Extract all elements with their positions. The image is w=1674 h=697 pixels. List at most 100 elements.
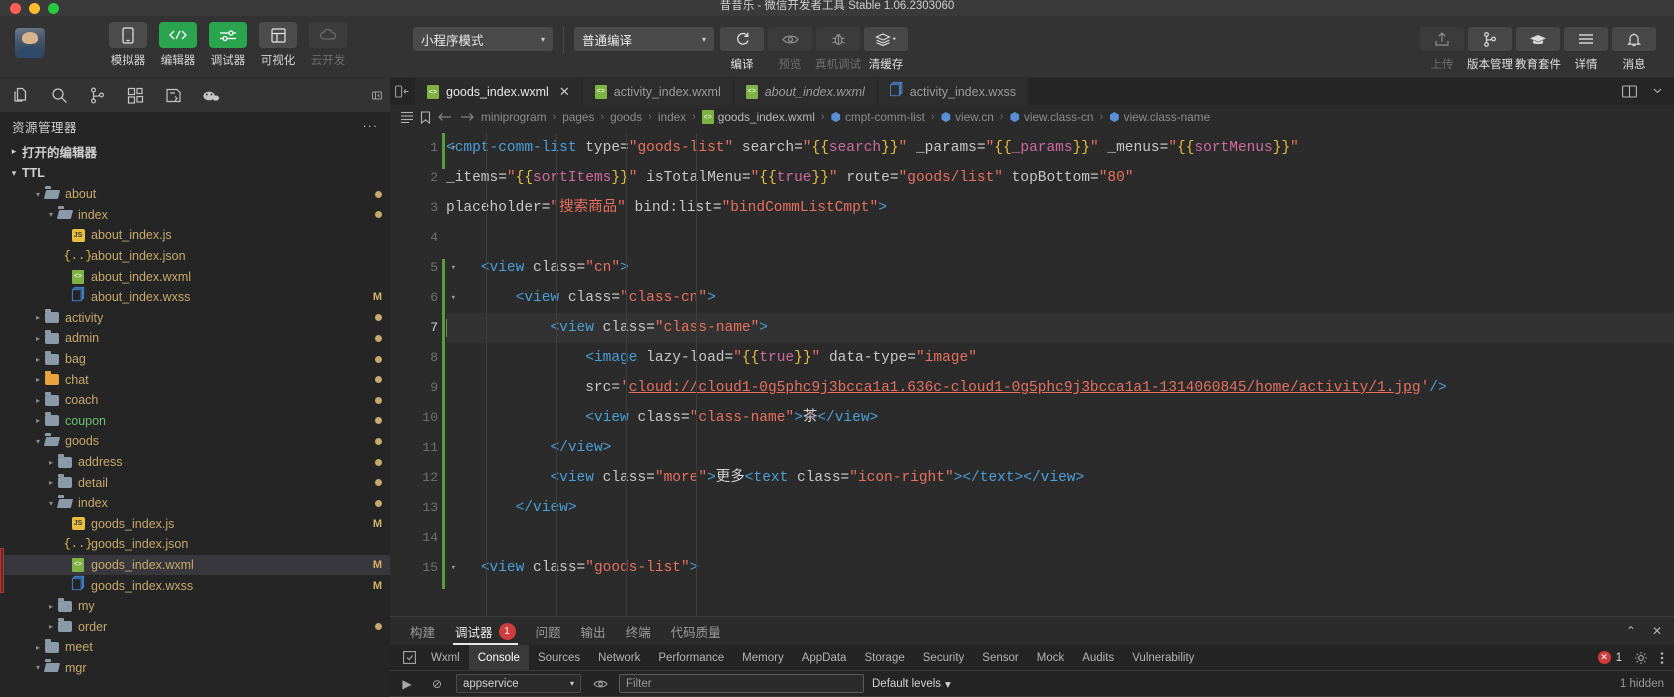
- breadcrumb-item[interactable]: miniprogram: [481, 110, 547, 124]
- twisty-icon[interactable]: ▸: [45, 478, 57, 487]
- collapse-sidebar-icon[interactable]: [372, 86, 390, 104]
- console-context-select[interactable]: appservice ▾: [456, 674, 581, 693]
- panel-tab[interactable]: 终端: [616, 617, 661, 645]
- back-arrow-icon[interactable]: [437, 111, 453, 123]
- cloud-dev-button[interactable]: 云开发: [305, 22, 351, 68]
- editor-tab[interactable]: <> activity_index.wxml: [582, 78, 734, 105]
- simulator-button[interactable]: 模拟器: [105, 22, 151, 68]
- eye-icon[interactable]: [589, 679, 611, 689]
- editor-tabs[interactable]: <> goods_index.wxml ✕ <> activity_index.wxml…: [390, 78, 1674, 105]
- devtools-tabs[interactable]: Wxml Console Sources Network Performance Memo…: [390, 644, 1674, 671]
- breadcrumb-item[interactable]: ⬢ view.cn: [941, 110, 994, 124]
- breadcrumb-item[interactable]: ⬢ cmpt-comm-list: [831, 110, 925, 124]
- file-tree[interactable]: ▾ about ▾ index JS about_index.js {..} about_in…: [0, 184, 390, 697]
- tree-folder[interactable]: ▸ admin: [0, 328, 390, 349]
- code-line[interactable]: </view>: [446, 433, 1674, 463]
- twisty-icon[interactable]: ▸: [32, 396, 44, 405]
- clear-console-icon[interactable]: ⊘: [426, 677, 448, 691]
- devtools-tab[interactable]: Performance: [649, 645, 733, 671]
- section-project-root[interactable]: ▾ TTL: [0, 162, 390, 184]
- tree-file[interactable]: <> goods_index.wxml M: [0, 554, 390, 576]
- tree-folder[interactable]: ▾ about: [0, 184, 390, 205]
- code-editor[interactable]: 1▾ 2 3 4 5▾6▾7▾ 8 9 10 11 12 13 14 15▾ <cmpt-comm-li…: [390, 129, 1674, 616]
- devtools-tab[interactable]: Audits: [1073, 645, 1123, 671]
- forward-arrow-icon[interactable]: [459, 111, 475, 123]
- tree-file[interactable]: <> about_index.wxml: [0, 266, 390, 287]
- tree-folder[interactable]: ▾ index: [0, 493, 390, 514]
- code-line[interactable]: _items="{{sortItems}}" isTotalMenu="{{tr…: [446, 163, 1674, 193]
- twisty-icon[interactable]: ▾: [32, 663, 44, 672]
- twisty-icon[interactable]: ▸: [45, 458, 57, 467]
- devtools-tab[interactable]: Vulnerability: [1123, 645, 1203, 671]
- tree-folder[interactable]: ▾ index: [0, 205, 390, 226]
- code-line[interactable]: placeholder="搜索商品" bind:list="bindCommLi…: [446, 193, 1674, 223]
- real-device-debug-button[interactable]: 真机调试: [814, 22, 862, 72]
- twisty-icon[interactable]: ▸: [45, 622, 57, 631]
- miniprogram-icon[interactable]: [202, 86, 220, 104]
- split-editor-icon[interactable]: [1622, 85, 1637, 98]
- code-line[interactable]: <view class="class-name">茶</view>: [446, 403, 1674, 433]
- devtools-tab[interactable]: Wxml: [422, 645, 469, 671]
- tree-file[interactable]: JS about_index.js: [0, 225, 390, 246]
- devtools-tab[interactable]: Security: [914, 645, 974, 671]
- education-kit-button[interactable]: 教育套件: [1514, 22, 1562, 72]
- tree-folder[interactable]: ▸ coupon: [0, 411, 390, 432]
- panel-tab[interactable]: 代码质量: [661, 617, 731, 645]
- tree-folder[interactable]: ▸ address: [0, 452, 390, 473]
- error-count[interactable]: ✕ 1: [1597, 651, 1622, 664]
- tabs-overflow-icon[interactable]: [390, 78, 415, 105]
- breadcrumb-item[interactable]: ⬢ view.class-name: [1109, 110, 1210, 124]
- code-line[interactable]: src='cloud://cloud1-0g5phc9j3bcca1a1.636…: [446, 373, 1674, 403]
- debug-icon[interactable]: [164, 86, 182, 104]
- devtools-tab[interactable]: Network: [589, 645, 649, 671]
- breadcrumb-item[interactable]: ⬢ view.class-cn: [1009, 110, 1093, 124]
- twisty-icon[interactable]: ▸: [32, 643, 44, 652]
- breadcrumb[interactable]: miniprogram › pages › goods › index › <> goods_in…: [390, 105, 1674, 129]
- twisty-icon[interactable]: ▾: [32, 437, 44, 446]
- code-line[interactable]: <view class="more">更多<text class="icon-r…: [446, 463, 1674, 493]
- code-line[interactable]: <view class="class-cn">: [446, 283, 1674, 313]
- visualization-button[interactable]: 可视化: [255, 22, 301, 68]
- gear-icon[interactable]: [1634, 651, 1648, 665]
- search-icon[interactable]: [50, 86, 68, 104]
- panel-tabs[interactable]: 构建 调试器 1 问题 输出 终端 代码质量 ⌃ ✕: [390, 617, 1674, 645]
- panel-tab[interactable]: 问题: [526, 617, 571, 645]
- maximize-panel-icon[interactable]: ⌃: [1626, 624, 1636, 638]
- code-content[interactable]: <cmpt-comm-list type="goods-list" search…: [446, 129, 1674, 616]
- twisty-icon[interactable]: ▸: [32, 416, 44, 425]
- code-line[interactable]: <image lazy-load="{{true}}" data-type="i…: [446, 343, 1674, 373]
- debugger-button[interactable]: 调试器: [205, 22, 251, 68]
- twisty-icon[interactable]: ▸: [32, 355, 44, 364]
- code-line[interactable]: [446, 223, 1674, 253]
- source-control-icon[interactable]: [88, 86, 106, 104]
- preview-button[interactable]: 预览: [766, 22, 814, 72]
- tree-folder[interactable]: ▸ my: [0, 596, 390, 617]
- kebab-icon[interactable]: [1660, 651, 1664, 665]
- twisty-icon[interactable]: ▸: [32, 313, 44, 322]
- tree-folder[interactable]: ▾ goods: [0, 431, 390, 452]
- code-line[interactable]: <view class="cn">: [446, 253, 1674, 283]
- code-line[interactable]: </view>: [446, 493, 1674, 523]
- editor-tab[interactable]: <> about_index.wxml: [733, 78, 878, 105]
- editor-tab[interactable]: <> goods_index.wxml ✕: [415, 78, 583, 105]
- editor-tab[interactable]: 🗍 activity_index.wxss: [877, 78, 1030, 105]
- code-line[interactable]: <cmpt-comm-list type="goods-list" search…: [446, 133, 1674, 163]
- compile-button[interactable]: 编译: [718, 22, 766, 72]
- tree-folder[interactable]: ▸ bag: [0, 349, 390, 370]
- compile-select[interactable]: 普通编译 ▾: [574, 27, 714, 51]
- section-open-editors[interactable]: ▸ 打开的编辑器: [0, 140, 390, 162]
- breadcrumb-item[interactable]: index: [658, 110, 686, 124]
- console-filter-input[interactable]: Filter: [619, 674, 864, 693]
- devtools-tab[interactable]: Sources: [529, 645, 589, 671]
- panel-tab[interactable]: 输出: [571, 617, 616, 645]
- breadcrumb-item[interactable]: goods: [610, 110, 642, 124]
- inspect-icon[interactable]: [396, 651, 422, 664]
- avatar[interactable]: [15, 28, 45, 58]
- twisty-icon[interactable]: ▸: [45, 602, 57, 611]
- outline-icon[interactable]: [400, 111, 414, 123]
- devtools-tab[interactable]: Sensor: [973, 645, 1027, 671]
- details-button[interactable]: 详情: [1562, 22, 1610, 72]
- extensions-icon[interactable]: [126, 86, 144, 104]
- tree-file[interactable]: JS goods_index.js M: [0, 514, 390, 535]
- explorer-more-icon[interactable]: ···: [363, 119, 379, 133]
